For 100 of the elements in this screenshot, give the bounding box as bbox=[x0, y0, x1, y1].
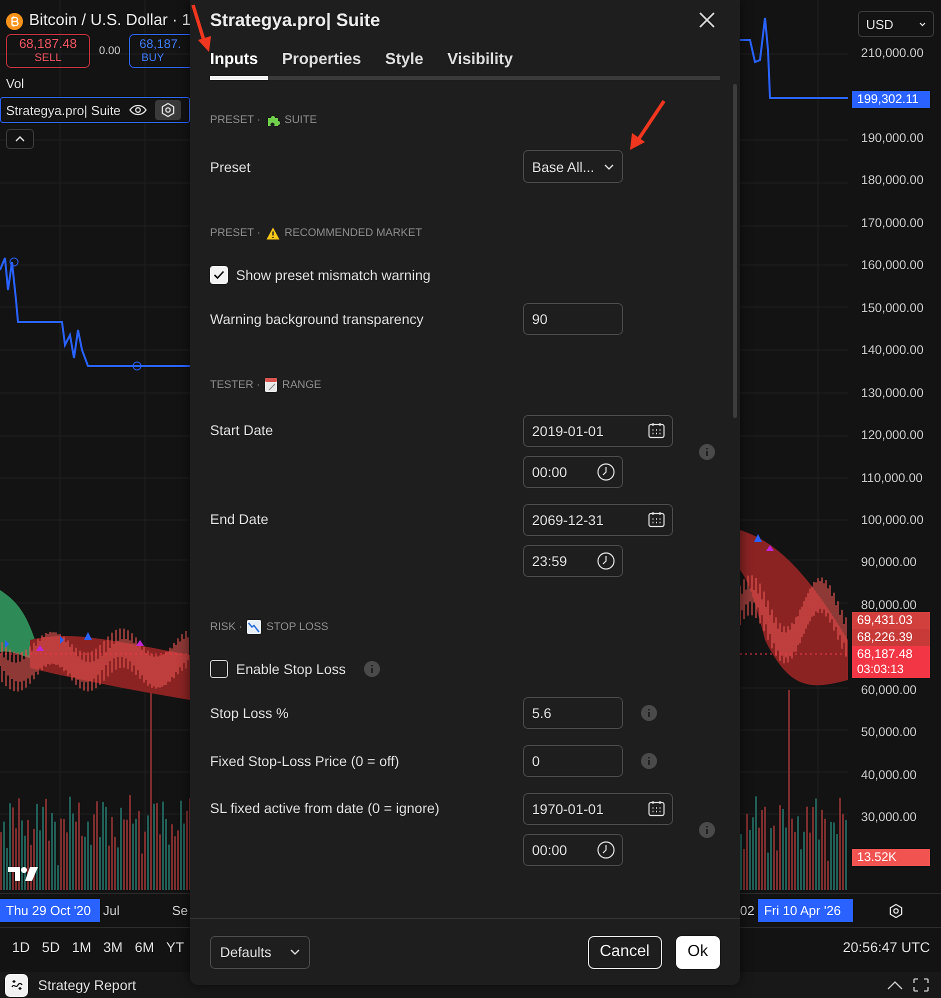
clock-icon[interactable] bbox=[597, 841, 615, 859]
time-field[interactable]: 00:00 bbox=[523, 456, 623, 488]
section-header: SUITE bbox=[284, 114, 317, 126]
price-axis-label: 50,000.00 bbox=[861, 725, 917, 740]
signal-marker bbox=[754, 534, 762, 542]
timeframe-button[interactable]: 6M bbox=[128, 939, 160, 955]
dialog-title: Strategya.pro| Suite bbox=[210, 10, 380, 30]
coin-icon bbox=[6, 12, 23, 30]
field-label: End Date bbox=[210, 510, 270, 527]
volume-label: Vol bbox=[6, 76, 24, 91]
price-axis-label: 110,000.00 bbox=[861, 470, 923, 484]
time-axis-label: Se bbox=[172, 903, 188, 918]
price-axis-label: 30,000.00 bbox=[861, 810, 917, 824]
price-axis-label: 170,000.00 bbox=[861, 216, 924, 230]
timeframe-button[interactable]: 3M bbox=[97, 939, 129, 955]
cancel-button[interactable]: Cancel bbox=[588, 936, 662, 968]
clock-icon[interactable] bbox=[597, 463, 615, 481]
tab[interactable]: Properties bbox=[282, 51, 372, 80]
price-axis-label: 80,000.00 bbox=[861, 598, 917, 612]
field-label: SL fixed active from date (0 = ignore) bbox=[210, 799, 440, 816]
time-axis-label: 02 bbox=[740, 903, 754, 918]
defaults-dropdown[interactable]: Defaults bbox=[210, 936, 310, 968]
caret-icon bbox=[290, 949, 300, 955]
price-tag: 199,302.11 bbox=[852, 91, 930, 108]
field-label: Fixed Stop-Loss Price (0 = off) bbox=[210, 753, 400, 769]
currency-dropdown[interactable]: USD bbox=[858, 11, 934, 37]
collapse-button[interactable] bbox=[6, 129, 34, 149]
section-header: TESTER · bbox=[210, 379, 260, 391]
number-field[interactable]: 0 bbox=[523, 745, 623, 777]
section-header: PRESET · bbox=[210, 114, 261, 126]
field-label: Start Date bbox=[210, 421, 274, 438]
price-axis-label: 160,000.00 bbox=[861, 258, 924, 272]
number-field[interactable]: 90 bbox=[523, 303, 623, 335]
ok-button[interactable]: Ok bbox=[676, 936, 720, 968]
section-header: PRESET · bbox=[210, 227, 261, 239]
chevron-up-icon[interactable] bbox=[887, 980, 903, 990]
price-tag: 68,187.48 03:03:13 bbox=[852, 646, 930, 678]
price-axis-label: 210,000.00 bbox=[861, 46, 924, 60]
signal-marker bbox=[84, 632, 92, 640]
date-field[interactable]: 2069-12-31 bbox=[523, 504, 673, 536]
indicator-legend[interactable]: Strategya.pro| Suite bbox=[0, 97, 190, 123]
section-header: STOP LOSS bbox=[266, 621, 328, 633]
logo-icon bbox=[8, 866, 40, 882]
price-tag: 69,431.03 bbox=[852, 612, 930, 629]
price-axis-label: 90,000.00 bbox=[861, 555, 917, 570]
timeframe-button[interactable]: 1M bbox=[66, 939, 98, 955]
panel-title[interactable]: Strategy Report bbox=[38, 977, 136, 993]
price-axis-label: 140,000.00 bbox=[861, 343, 924, 358]
timeframe-button[interactable]: 5D bbox=[36, 939, 66, 955]
calendar-icon bbox=[265, 378, 278, 392]
date-field[interactable]: 1970-01-01 bbox=[523, 793, 673, 825]
time-field[interactable]: 23:59 bbox=[523, 545, 623, 577]
signal-marker bbox=[60, 636, 64, 644]
close-icon[interactable] bbox=[699, 12, 715, 28]
tab[interactable]: Style bbox=[385, 51, 434, 80]
field-label: Preset bbox=[210, 158, 252, 174]
eye-icon[interactable] bbox=[128, 104, 147, 116]
caret-icon bbox=[919, 22, 926, 26]
number-field[interactable]: 5.6 bbox=[523, 697, 623, 729]
timeframe-button[interactable]: 1D bbox=[6, 939, 36, 955]
annotation-arrow bbox=[628, 100, 666, 152]
warning-icon bbox=[266, 226, 280, 240]
field-label: Stop Loss % bbox=[210, 705, 290, 721]
price-axis-label: 180,000.00 bbox=[861, 173, 924, 188]
checkbox-label: Enable Stop Loss bbox=[236, 661, 346, 677]
time-field[interactable]: 00:00 bbox=[523, 834, 623, 866]
preset-dropdown[interactable]: Base All... bbox=[523, 150, 623, 183]
price-axis-label: 190,000.00 bbox=[861, 130, 924, 145]
calendar-icon[interactable] bbox=[648, 511, 665, 528]
time-axis-label: Jul bbox=[103, 903, 120, 918]
maximize-icon[interactable] bbox=[913, 978, 929, 992]
settings-icon[interactable] bbox=[160, 102, 176, 118]
time-axis-label: Thu 29 Oct '20 bbox=[0, 899, 100, 922]
calendar-icon[interactable] bbox=[648, 422, 665, 439]
timeframe-button[interactable]: YT bbox=[160, 939, 190, 955]
calendar-icon[interactable] bbox=[648, 800, 665, 817]
tab[interactable]: Inputs bbox=[210, 51, 268, 80]
clock-icon[interactable] bbox=[597, 552, 615, 570]
checkbox-label: Show preset mismatch warning bbox=[236, 267, 431, 283]
clock-text: 20:56:47 UTC bbox=[842, 939, 930, 955]
price-axis-label: 120,000.00 bbox=[861, 428, 924, 442]
tab[interactable]: Visibility bbox=[447, 51, 523, 80]
signal-marker bbox=[136, 640, 144, 646]
signal-marker bbox=[766, 545, 774, 551]
spread-value: 0.00 bbox=[99, 45, 120, 57]
section-header: RANGE bbox=[282, 379, 322, 391]
section-header: RECOMMENDED MARKET bbox=[284, 227, 422, 239]
price-tag: 13.52K bbox=[852, 849, 930, 866]
puzzle-icon bbox=[266, 113, 280, 127]
settings-icon[interactable] bbox=[888, 903, 904, 919]
check-icon bbox=[213, 270, 225, 280]
price-axis-label: 130,000.00 bbox=[861, 386, 924, 400]
time-axis-label: Fri 10 Apr '26 bbox=[758, 899, 853, 922]
date-field[interactable]: 2019-01-01 bbox=[523, 415, 673, 447]
signal-marker bbox=[36, 645, 44, 651]
sell-button[interactable]: 68,187.48 SELL bbox=[6, 34, 90, 68]
checkbox[interactable] bbox=[210, 660, 228, 678]
price-axis-label: 150,000.00 bbox=[861, 300, 924, 315]
signal-marker bbox=[5, 640, 9, 648]
report-icon[interactable] bbox=[5, 974, 28, 996]
